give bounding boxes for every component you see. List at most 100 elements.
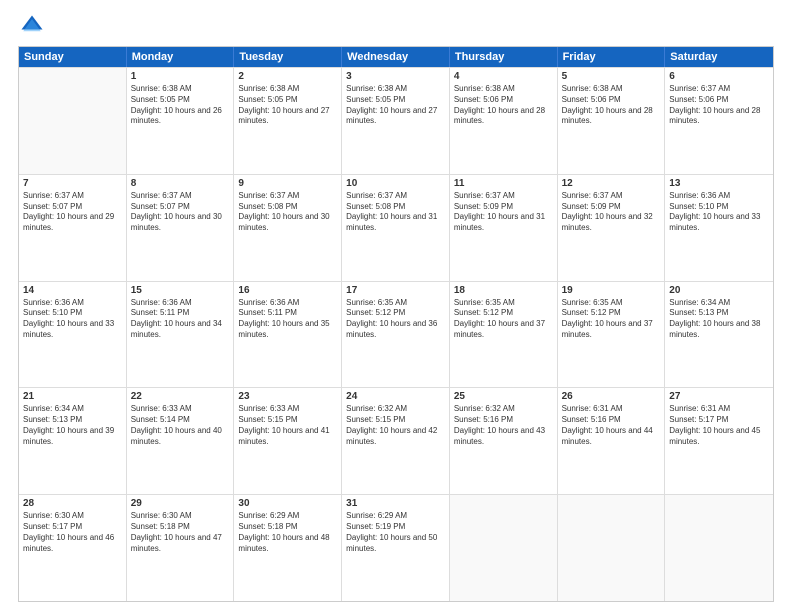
logo xyxy=(18,12,50,40)
day-number: 23 xyxy=(238,391,337,402)
page: SundayMondayTuesdayWednesdayThursdayFrid… xyxy=(0,0,792,612)
day-number: 31 xyxy=(346,498,445,509)
cell-info: Sunrise: 6:31 AMSunset: 5:17 PMDaylight:… xyxy=(669,404,769,447)
calendar-cell: 26 Sunrise: 6:31 AMSunset: 5:16 PMDaylig… xyxy=(558,388,666,494)
day-number: 15 xyxy=(131,285,230,296)
calendar-cell: 13 Sunrise: 6:36 AMSunset: 5:10 PMDaylig… xyxy=(665,175,773,281)
calendar-cell: 16 Sunrise: 6:36 AMSunset: 5:11 PMDaylig… xyxy=(234,282,342,388)
calendar-cell: 30 Sunrise: 6:29 AMSunset: 5:18 PMDaylig… xyxy=(234,495,342,601)
calendar-cell: 24 Sunrise: 6:32 AMSunset: 5:15 PMDaylig… xyxy=(342,388,450,494)
cell-info: Sunrise: 6:37 AMSunset: 5:08 PMDaylight:… xyxy=(346,191,445,234)
calendar-cell: 28 Sunrise: 6:30 AMSunset: 5:17 PMDaylig… xyxy=(19,495,127,601)
day-number: 22 xyxy=(131,391,230,402)
day-number: 7 xyxy=(23,178,122,189)
cell-info: Sunrise: 6:29 AMSunset: 5:18 PMDaylight:… xyxy=(238,511,337,554)
cell-info: Sunrise: 6:37 AMSunset: 5:07 PMDaylight:… xyxy=(131,191,230,234)
calendar-cell: 2 Sunrise: 6:38 AMSunset: 5:05 PMDayligh… xyxy=(234,68,342,174)
day-number: 12 xyxy=(562,178,661,189)
calendar-cell xyxy=(19,68,127,174)
day-number: 27 xyxy=(669,391,769,402)
day-number: 25 xyxy=(454,391,553,402)
day-number: 19 xyxy=(562,285,661,296)
calendar-cell: 10 Sunrise: 6:37 AMSunset: 5:08 PMDaylig… xyxy=(342,175,450,281)
cell-info: Sunrise: 6:36 AMSunset: 5:10 PMDaylight:… xyxy=(23,298,122,341)
cell-info: Sunrise: 6:37 AMSunset: 5:09 PMDaylight:… xyxy=(454,191,553,234)
cell-info: Sunrise: 6:33 AMSunset: 5:15 PMDaylight:… xyxy=(238,404,337,447)
cell-info: Sunrise: 6:38 AMSunset: 5:05 PMDaylight:… xyxy=(238,84,337,127)
calendar-body: 1 Sunrise: 6:38 AMSunset: 5:05 PMDayligh… xyxy=(19,67,773,601)
calendar-cell: 31 Sunrise: 6:29 AMSunset: 5:19 PMDaylig… xyxy=(342,495,450,601)
cell-info: Sunrise: 6:38 AMSunset: 5:06 PMDaylight:… xyxy=(454,84,553,127)
cell-info: Sunrise: 6:38 AMSunset: 5:05 PMDaylight:… xyxy=(131,84,230,127)
calendar-cell: 18 Sunrise: 6:35 AMSunset: 5:12 PMDaylig… xyxy=(450,282,558,388)
weekday-header: Saturday xyxy=(665,47,773,67)
day-number: 21 xyxy=(23,391,122,402)
calendar-cell: 21 Sunrise: 6:34 AMSunset: 5:13 PMDaylig… xyxy=(19,388,127,494)
weekday-header: Tuesday xyxy=(234,47,342,67)
weekday-header: Monday xyxy=(127,47,235,67)
weekday-header: Thursday xyxy=(450,47,558,67)
day-number: 8 xyxy=(131,178,230,189)
day-number: 24 xyxy=(346,391,445,402)
calendar-row: 1 Sunrise: 6:38 AMSunset: 5:05 PMDayligh… xyxy=(19,67,773,174)
cell-info: Sunrise: 6:37 AMSunset: 5:09 PMDaylight:… xyxy=(562,191,661,234)
weekday-header: Wednesday xyxy=(342,47,450,67)
calendar-cell: 29 Sunrise: 6:30 AMSunset: 5:18 PMDaylig… xyxy=(127,495,235,601)
calendar-cell: 12 Sunrise: 6:37 AMSunset: 5:09 PMDaylig… xyxy=(558,175,666,281)
day-number: 3 xyxy=(346,71,445,82)
header xyxy=(18,12,774,40)
cell-info: Sunrise: 6:37 AMSunset: 5:07 PMDaylight:… xyxy=(23,191,122,234)
calendar-cell: 3 Sunrise: 6:38 AMSunset: 5:05 PMDayligh… xyxy=(342,68,450,174)
day-number: 11 xyxy=(454,178,553,189)
calendar-row: 14 Sunrise: 6:36 AMSunset: 5:10 PMDaylig… xyxy=(19,281,773,388)
day-number: 13 xyxy=(669,178,769,189)
calendar-cell: 9 Sunrise: 6:37 AMSunset: 5:08 PMDayligh… xyxy=(234,175,342,281)
cell-info: Sunrise: 6:29 AMSunset: 5:19 PMDaylight:… xyxy=(346,511,445,554)
day-number: 6 xyxy=(669,71,769,82)
day-number: 16 xyxy=(238,285,337,296)
day-number: 14 xyxy=(23,285,122,296)
cell-info: Sunrise: 6:30 AMSunset: 5:17 PMDaylight:… xyxy=(23,511,122,554)
calendar-cell: 5 Sunrise: 6:38 AMSunset: 5:06 PMDayligh… xyxy=(558,68,666,174)
calendar-cell: 27 Sunrise: 6:31 AMSunset: 5:17 PMDaylig… xyxy=(665,388,773,494)
day-number: 28 xyxy=(23,498,122,509)
calendar-cell: 25 Sunrise: 6:32 AMSunset: 5:16 PMDaylig… xyxy=(450,388,558,494)
cell-info: Sunrise: 6:30 AMSunset: 5:18 PMDaylight:… xyxy=(131,511,230,554)
day-number: 20 xyxy=(669,285,769,296)
calendar: SundayMondayTuesdayWednesdayThursdayFrid… xyxy=(18,46,774,602)
day-number: 18 xyxy=(454,285,553,296)
calendar-row: 7 Sunrise: 6:37 AMSunset: 5:07 PMDayligh… xyxy=(19,174,773,281)
weekday-header: Friday xyxy=(558,47,666,67)
cell-info: Sunrise: 6:36 AMSunset: 5:11 PMDaylight:… xyxy=(131,298,230,341)
calendar-cell xyxy=(450,495,558,601)
calendar-cell: 20 Sunrise: 6:34 AMSunset: 5:13 PMDaylig… xyxy=(665,282,773,388)
cell-info: Sunrise: 6:33 AMSunset: 5:14 PMDaylight:… xyxy=(131,404,230,447)
day-number: 1 xyxy=(131,71,230,82)
day-number: 2 xyxy=(238,71,337,82)
cell-info: Sunrise: 6:35 AMSunset: 5:12 PMDaylight:… xyxy=(346,298,445,341)
calendar-cell: 15 Sunrise: 6:36 AMSunset: 5:11 PMDaylig… xyxy=(127,282,235,388)
cell-info: Sunrise: 6:34 AMSunset: 5:13 PMDaylight:… xyxy=(23,404,122,447)
calendar-row: 28 Sunrise: 6:30 AMSunset: 5:17 PMDaylig… xyxy=(19,494,773,601)
calendar-cell xyxy=(665,495,773,601)
calendar-cell xyxy=(558,495,666,601)
calendar-cell: 22 Sunrise: 6:33 AMSunset: 5:14 PMDaylig… xyxy=(127,388,235,494)
cell-info: Sunrise: 6:35 AMSunset: 5:12 PMDaylight:… xyxy=(562,298,661,341)
day-number: 4 xyxy=(454,71,553,82)
calendar-header: SundayMondayTuesdayWednesdayThursdayFrid… xyxy=(19,47,773,67)
cell-info: Sunrise: 6:36 AMSunset: 5:11 PMDaylight:… xyxy=(238,298,337,341)
cell-info: Sunrise: 6:32 AMSunset: 5:15 PMDaylight:… xyxy=(346,404,445,447)
day-number: 10 xyxy=(346,178,445,189)
day-number: 29 xyxy=(131,498,230,509)
cell-info: Sunrise: 6:36 AMSunset: 5:10 PMDaylight:… xyxy=(669,191,769,234)
day-number: 26 xyxy=(562,391,661,402)
calendar-cell: 8 Sunrise: 6:37 AMSunset: 5:07 PMDayligh… xyxy=(127,175,235,281)
logo-icon xyxy=(18,12,46,40)
cell-info: Sunrise: 6:38 AMSunset: 5:06 PMDaylight:… xyxy=(562,84,661,127)
day-number: 9 xyxy=(238,178,337,189)
cell-info: Sunrise: 6:37 AMSunset: 5:08 PMDaylight:… xyxy=(238,191,337,234)
cell-info: Sunrise: 6:34 AMSunset: 5:13 PMDaylight:… xyxy=(669,298,769,341)
cell-info: Sunrise: 6:32 AMSunset: 5:16 PMDaylight:… xyxy=(454,404,553,447)
day-number: 30 xyxy=(238,498,337,509)
calendar-cell: 6 Sunrise: 6:37 AMSunset: 5:06 PMDayligh… xyxy=(665,68,773,174)
